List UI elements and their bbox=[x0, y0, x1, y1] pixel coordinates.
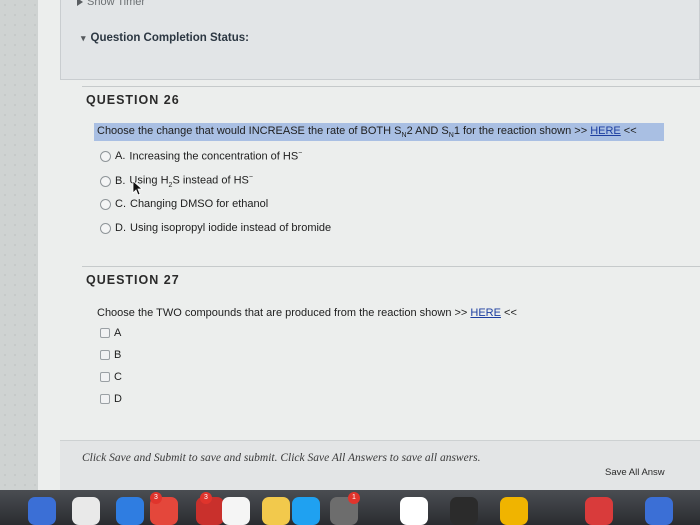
save-all-answers-button[interactable]: Save All Answ bbox=[605, 467, 665, 478]
q26-option-d[interactable]: D. Using isopropyl iodide instead of bro… bbox=[100, 222, 331, 234]
option-text: Using isopropyl iodide instead of bromid… bbox=[130, 222, 332, 234]
q27-option-d[interactable]: D bbox=[100, 393, 122, 405]
show-timer-label: Show Timer bbox=[87, 0, 146, 8]
option-text: S instead of HS bbox=[172, 174, 249, 187]
radio-button[interactable] bbox=[100, 222, 111, 234]
question-26-block: QUESTION 26 Choose the change that would… bbox=[82, 86, 700, 246]
option-letter: D. bbox=[115, 222, 126, 234]
checkbox[interactable] bbox=[100, 394, 110, 404]
radio-button[interactable] bbox=[100, 150, 111, 162]
chrome-icon[interactable] bbox=[585, 497, 613, 525]
downloads-icon[interactable] bbox=[645, 497, 673, 525]
option-letter: B. bbox=[115, 175, 126, 188]
mouse-pointer-icon bbox=[132, 180, 144, 196]
q27-option-c[interactable]: C bbox=[100, 371, 122, 383]
question-27-block: QUESTION 27 Choose the TWO compounds tha… bbox=[82, 266, 700, 431]
option-letter: D bbox=[114, 393, 122, 405]
status-panel: Show Timer ▾ Question Completion Status: bbox=[60, 0, 700, 80]
q26-option-b[interactable]: B. Using H2S instead of HS− bbox=[100, 174, 253, 189]
mail-badge: 3 bbox=[150, 492, 162, 504]
submit-instruction-bar: Click Save and Submit to save and submit… bbox=[60, 440, 700, 490]
photos-icon[interactable] bbox=[400, 497, 428, 525]
messages-badge: 3 bbox=[200, 492, 212, 504]
question-27-prompt: Choose the TWO compounds that are produc… bbox=[94, 305, 520, 321]
option-letter: B bbox=[114, 349, 122, 361]
radio-button[interactable] bbox=[100, 198, 111, 210]
prompt-text: << bbox=[500, 307, 517, 319]
prompt-text: 1 for the reaction shown >> bbox=[453, 125, 591, 137]
checkbox[interactable] bbox=[100, 350, 110, 360]
safari-icon[interactable] bbox=[116, 497, 144, 525]
settings-badge: 1 bbox=[348, 492, 360, 504]
prompt-text: << bbox=[620, 125, 637, 137]
option-superscript: − bbox=[298, 150, 303, 157]
checkbox[interactable] bbox=[100, 372, 110, 382]
option-letter: A bbox=[114, 327, 122, 339]
calendar-icon[interactable] bbox=[222, 497, 250, 525]
q26-option-c[interactable]: C. Changing DMSO for ethanol bbox=[100, 198, 268, 210]
option-superscript: − bbox=[248, 174, 253, 181]
q26-option-a[interactable]: A. Increasing the concentration of HS− bbox=[100, 150, 302, 163]
question-26-prompt: Choose the change that would INCREASE th… bbox=[94, 123, 664, 142]
prompt-text: Choose the TWO compounds that are produc… bbox=[97, 307, 471, 319]
radio-button[interactable] bbox=[100, 175, 111, 187]
notes-icon[interactable] bbox=[262, 497, 290, 525]
option-text: Changing DMSO for ethanol bbox=[130, 198, 269, 210]
question-26-title: QUESTION 26 bbox=[86, 93, 180, 107]
option-letter: C bbox=[114, 371, 122, 383]
q27-option-a[interactable]: A bbox=[100, 327, 121, 339]
launchpad-icon[interactable] bbox=[72, 497, 100, 525]
question-completion-label: Question Completion Status: bbox=[90, 32, 249, 44]
option-letter: A. bbox=[115, 150, 126, 163]
option-text: Increasing the concentration of HS bbox=[129, 150, 299, 163]
show-timer-toggle[interactable]: Show Timer bbox=[77, 0, 145, 8]
option-letter: C. bbox=[115, 198, 126, 210]
prompt-text: 2 AND S bbox=[406, 125, 449, 137]
expand-triangle-icon bbox=[77, 0, 83, 6]
app-store-icon[interactable] bbox=[292, 497, 320, 525]
question-completion-toggle[interactable]: ▾ Question Completion Status: bbox=[81, 32, 249, 44]
reaction-link[interactable]: HERE bbox=[470, 307, 501, 319]
checkbox[interactable] bbox=[100, 328, 110, 338]
submit-instruction-text: Click Save and Submit to save and submit… bbox=[82, 452, 481, 464]
terminal-icon[interactable] bbox=[450, 497, 478, 525]
content-area: Show Timer ▾ Question Completion Status:… bbox=[38, 0, 700, 490]
reaction-link[interactable]: HERE bbox=[590, 125, 621, 137]
q27-option-b[interactable]: B bbox=[100, 349, 121, 361]
prompt-text: Choose the change that would INCREASE th… bbox=[97, 125, 402, 137]
chevron-down-icon: ▾ bbox=[81, 32, 86, 43]
finder-icon[interactable] bbox=[28, 497, 56, 525]
music-icon[interactable] bbox=[500, 497, 528, 525]
left-margin-strip bbox=[0, 0, 38, 490]
macos-dock: 3 3 1 bbox=[0, 490, 700, 525]
question-27-title: QUESTION 27 bbox=[86, 273, 180, 287]
